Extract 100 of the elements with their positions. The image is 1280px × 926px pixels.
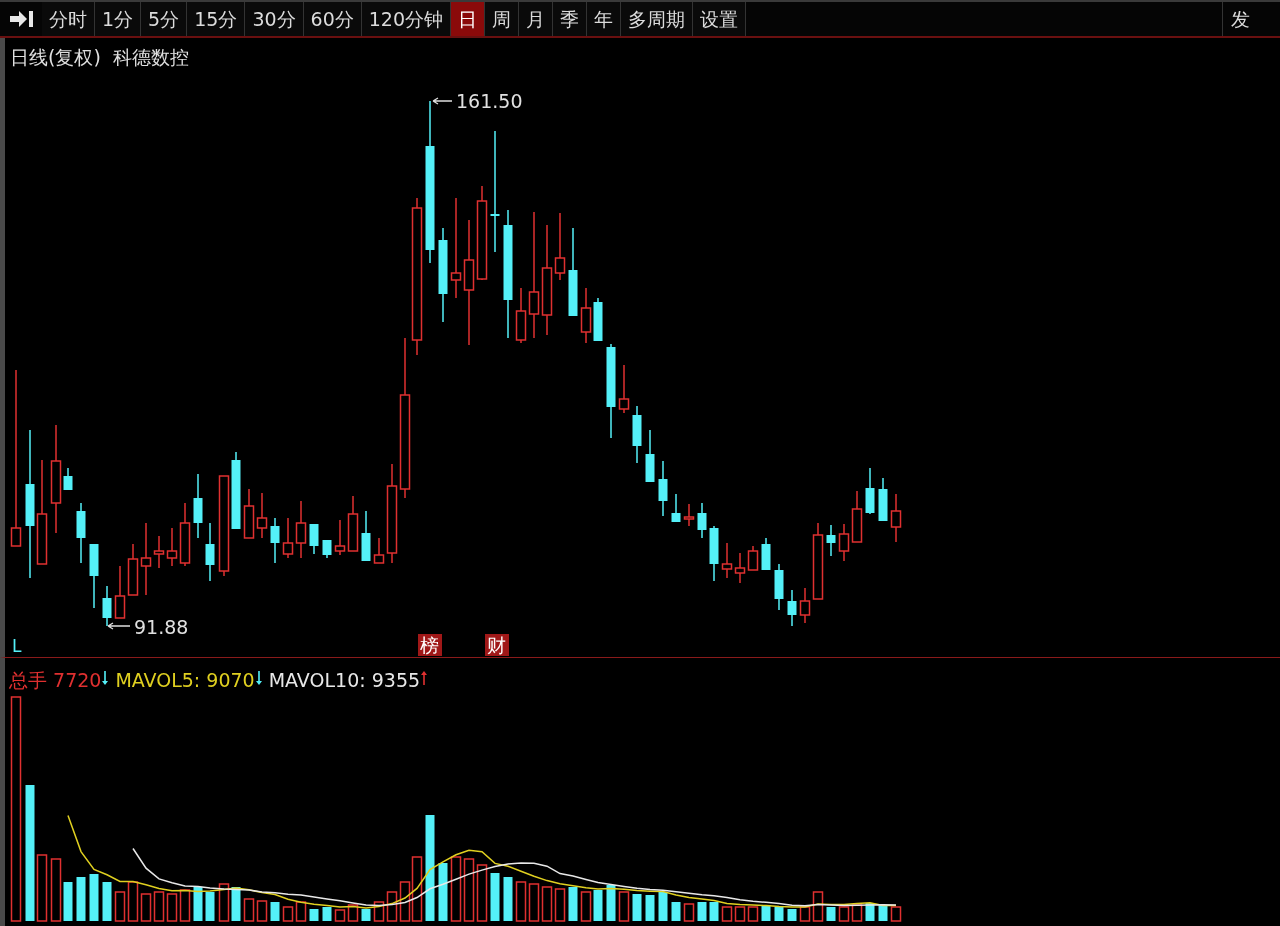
period-tab[interactable]: 30分: [245, 2, 304, 36]
period-tab[interactable]: 1分: [95, 2, 142, 36]
period-tab[interactable]: 周: [485, 2, 519, 36]
candlestick: [295, 500, 307, 559]
candlestick: [256, 492, 268, 539]
volume-bar: [218, 883, 230, 922]
volume-bar: [683, 903, 695, 922]
candlestick: [618, 364, 630, 414]
candlestick: [734, 552, 746, 584]
volume-bar: [865, 903, 875, 921]
event-tag[interactable]: 财: [485, 634, 509, 656]
volume-bar: [205, 892, 215, 921]
volume-bar: [618, 891, 630, 922]
volume-bar: [761, 905, 771, 921]
volume-bar: [826, 907, 836, 921]
candlestick: [243, 488, 255, 539]
volume-bar: [658, 892, 668, 921]
candlestick: [761, 537, 771, 571]
period-tab[interactable]: 60分: [303, 2, 362, 36]
period-tab[interactable]: 设置: [693, 2, 746, 36]
volume-bar: [490, 873, 500, 921]
chart-title: 日线(复权): [10, 45, 101, 70]
volume-bar: [503, 877, 513, 921]
volume-bar: [747, 906, 759, 922]
candlestick: [309, 523, 319, 555]
volume-bar: [438, 863, 448, 921]
volume-bar: [709, 902, 719, 921]
volume-bar: [256, 900, 268, 922]
candlestick: [89, 543, 99, 609]
period-tab[interactable]: 季: [553, 2, 587, 36]
volume-bar: [450, 856, 462, 922]
candlestick: [697, 502, 707, 539]
volume-bar: [580, 891, 592, 922]
volume-bar: [243, 898, 255, 922]
volume-bar: [632, 894, 642, 921]
volume-bar: [476, 864, 488, 922]
candlestick: [270, 517, 280, 564]
volume-bar: [76, 877, 86, 921]
candlestick: [205, 522, 215, 582]
period-tab[interactable]: 分时: [42, 2, 95, 36]
candlestick: [193, 473, 203, 539]
event-tag[interactable]: 榜: [418, 634, 442, 656]
candlestick: [102, 585, 112, 627]
volume-bar: [515, 881, 527, 922]
candlestick: [709, 525, 719, 582]
volume-bar: [89, 874, 99, 921]
candlestick: [826, 524, 836, 557]
candlestick: [865, 467, 875, 515]
candlestick: [114, 565, 126, 619]
period-tab[interactable]: 月: [519, 2, 553, 36]
candlestick: [774, 563, 784, 611]
period-tab[interactable]: 年: [587, 2, 621, 36]
volume-bar: [606, 885, 616, 921]
candlestick: [282, 517, 294, 559]
volume-bar: [851, 904, 863, 922]
volume-bar: [295, 901, 307, 922]
volume-bar: [322, 907, 332, 921]
volume-bar: [787, 909, 797, 921]
volume-bar: [114, 891, 126, 922]
volume-bar: [193, 887, 203, 921]
candlestick: [632, 405, 642, 464]
volume-bar: [282, 906, 294, 922]
volume-bar: [347, 904, 359, 922]
volume-bar: [231, 887, 241, 921]
volume-bar: [734, 906, 746, 922]
period-tab[interactable]: 多周期: [621, 2, 693, 36]
volume-bar: [179, 889, 191, 922]
candlestick: [593, 297, 603, 342]
candlestick: [645, 429, 655, 483]
candlestick: [890, 493, 902, 543]
period-tab[interactable]: 5分: [141, 2, 188, 36]
period-tab[interactable]: 15分: [187, 2, 246, 36]
volume-indicator: MAVOL10: 9355: [268, 668, 421, 693]
volume-bar: [541, 886, 553, 922]
issue-button[interactable]: 发: [1222, 2, 1258, 36]
volume-bar: [127, 881, 139, 922]
candlestick: [838, 523, 850, 562]
volume-bar: [568, 887, 578, 921]
volume-bar: [697, 902, 707, 921]
period-tab[interactable]: 120分钟: [361, 2, 451, 36]
candlestick: [127, 543, 139, 596]
candlestick: [851, 490, 863, 543]
volume-bar: [838, 906, 850, 922]
chart-marker: L: [12, 636, 22, 656]
volume-bar: [140, 893, 152, 922]
volume-bar: [153, 891, 165, 922]
candlestick: [361, 510, 371, 562]
period-tab[interactable]: 日: [451, 2, 485, 36]
volume-bar: [721, 906, 733, 922]
volume-indicator: MAVOL5: 9070: [115, 668, 255, 693]
candlestick: [322, 539, 332, 559]
volume-bar: [102, 882, 112, 921]
volume-bar: [334, 909, 346, 922]
volume-bar: [671, 902, 681, 921]
candlestick: [658, 460, 668, 517]
candlestick: [787, 589, 797, 627]
candlestick: [721, 542, 733, 579]
stock-name: 科德数控: [112, 45, 189, 70]
volume-bar: [878, 905, 888, 921]
volume-bar: [645, 895, 655, 921]
